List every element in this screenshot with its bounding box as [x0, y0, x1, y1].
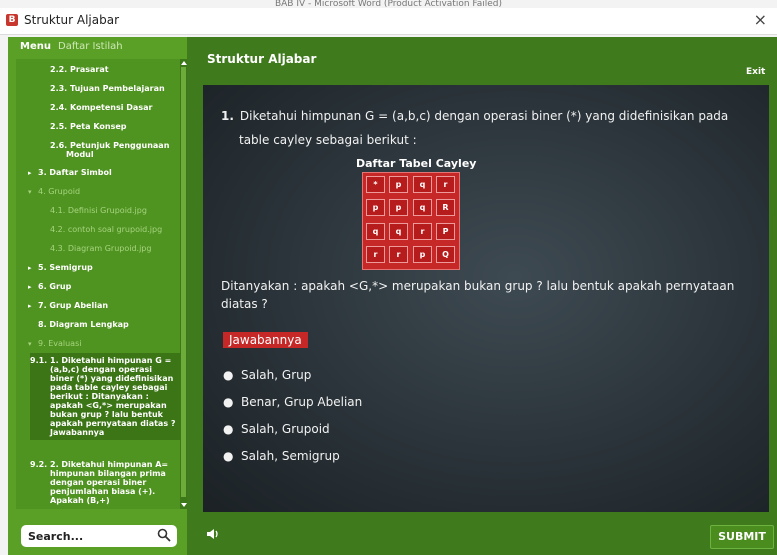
- chevron-down-icon: ▾: [28, 188, 32, 196]
- cayley-table-title: Daftar Tabel Cayley: [356, 157, 477, 170]
- menu-item[interactable]: ▸ 7. Grup Abelian: [28, 301, 108, 311]
- answer-option[interactable]: ● Salah, Semigrup: [223, 449, 340, 463]
- answer-label: Jawabannya: [223, 332, 308, 348]
- chevron-right-icon: ▸: [28, 302, 32, 310]
- cayley-cell: q: [413, 199, 432, 216]
- cayley-cell: p: [413, 246, 432, 263]
- chevron-right-icon: ▸: [28, 169, 32, 177]
- menu-item[interactable]: 2.2. Prasarat: [50, 65, 109, 74]
- cayley-cell: r: [436, 176, 455, 193]
- answer-option[interactable]: ● Salah, Grup: [223, 368, 311, 382]
- scroll-thumb[interactable]: [181, 67, 186, 497]
- menu-item[interactable]: 2.3. Tujuan Pembelajaran: [50, 84, 165, 93]
- submit-button[interactable]: SUBMIT: [710, 525, 774, 549]
- menu-scrollbar[interactable]: [180, 59, 187, 509]
- question-panel: 1. Diketahui himpunan G = (a,b,c) dengan …: [203, 85, 769, 512]
- cayley-cell: R: [436, 199, 455, 216]
- menu-item-selected[interactable]: 9.1. 1. Diketahui himpunan G = (a,b,c) d…: [30, 353, 180, 440]
- close-button[interactable]: ×: [754, 10, 767, 29]
- menu-item[interactable]: 9.2. 2. Diketahui himpunan A= himpunan b…: [30, 457, 180, 508]
- menu-item[interactable]: 2.6. Petunjuk Penggunaan: [50, 141, 169, 150]
- question-line: table cayley sebagai berikut :: [239, 133, 417, 147]
- menu-item[interactable]: 8. Diagram Lengkap: [38, 320, 129, 329]
- cayley-cell: r: [389, 246, 408, 263]
- chevron-right-icon: ▸: [28, 283, 32, 291]
- search-input[interactable]: Search...: [28, 530, 83, 543]
- menu-item-label: 1. Diketahui himpunan G = (a,b,c) dengan…: [50, 356, 176, 437]
- question-line: Diketahui himpunan G = (a,b,c) dengan op…: [239, 109, 729, 123]
- cayley-cell: q: [413, 176, 432, 193]
- cayley-table: * p q r p p q R q q r P r r p Q: [362, 172, 460, 270]
- answer-option[interactable]: ● Benar, Grup Abelian: [223, 395, 362, 409]
- cayley-cell: q: [366, 223, 385, 240]
- question-text: 1. Diketahui himpunan G = (a,b,c) dengan …: [221, 105, 751, 127]
- menu-item-label: 2. Diketahui himpunan A= himpunan bilang…: [50, 460, 169, 505]
- menu-item[interactable]: ▾ 9. Evaluasi: [28, 339, 81, 349]
- app-icon: B: [6, 14, 18, 26]
- word-window-title: BAB IV - Microsoft Word (Product Activat…: [274, 0, 503, 8]
- exit-button[interactable]: Exit: [746, 67, 765, 77]
- bullet-icon: ●: [223, 449, 234, 463]
- menu-item[interactable]: 4.3. Diagram Grupoid.jpg: [50, 244, 151, 253]
- menu-item[interactable]: 2.5. Peta Konsep: [50, 122, 126, 131]
- menu-item[interactable]: 4.1. Definisi Grupoid.jpg: [50, 206, 147, 215]
- title-bar: B Struktur Aljabar ×: [0, 8, 777, 35]
- cayley-cell: q: [389, 223, 408, 240]
- answer-option[interactable]: ● Salah, Grupoid: [223, 422, 330, 436]
- menu-item[interactable]: 4.2. contoh soal grupoid.jpg: [50, 225, 162, 234]
- sidebar: Menu Daftar Istilah 2.2. Prasarat 2.3. T…: [8, 37, 187, 555]
- search-icon[interactable]: [157, 528, 171, 542]
- bullet-icon: ●: [223, 395, 234, 409]
- menu-list: 2.2. Prasarat 2.3. Tujuan Pembelajaran 2…: [16, 59, 187, 509]
- cayley-cell: P: [436, 223, 455, 240]
- scroll-up-icon[interactable]: [181, 61, 187, 65]
- cayley-cell: *: [366, 176, 385, 193]
- cayley-cell: p: [366, 199, 385, 216]
- question-ask: Ditanyakan : apakah <G,*> merupakan buka…: [221, 279, 735, 311]
- bullet-icon: ●: [223, 422, 234, 436]
- menu-item-continuation[interactable]: Modul: [66, 150, 94, 159]
- scroll-down-icon[interactable]: [181, 503, 187, 507]
- tab-menu[interactable]: Menu: [20, 41, 51, 52]
- chevron-down-icon: ▾: [28, 340, 32, 348]
- menu-item[interactable]: 2.4. Kompetensi Dasar: [50, 103, 152, 112]
- tab-daftar-istilah[interactable]: Daftar Istilah: [58, 41, 123, 52]
- page-title: Struktur Aljabar: [207, 52, 317, 66]
- cayley-cell: p: [389, 176, 408, 193]
- menu-item[interactable]: ▸ 5. Semigrup: [28, 263, 93, 273]
- menu-item[interactable]: ▾ 4. Grupoid: [28, 187, 80, 197]
- window-title: Struktur Aljabar: [24, 13, 120, 27]
- cayley-cell: Q: [436, 246, 455, 263]
- player-frame: Menu Daftar Istilah 2.2. Prasarat 2.3. T…: [8, 37, 777, 555]
- cayley-cell: r: [366, 246, 385, 263]
- chevron-right-icon: ▸: [28, 264, 32, 272]
- cayley-cell: r: [413, 223, 432, 240]
- menu-item[interactable]: ▸ 6. Grup: [28, 282, 71, 292]
- bullet-icon: ●: [223, 368, 234, 382]
- search-field[interactable]: Search...: [21, 525, 177, 547]
- question-number: 1.: [221, 109, 234, 123]
- menu-item[interactable]: ▸ 3. Daftar Simbol: [28, 168, 112, 178]
- sidebar-tabs: Menu Daftar Istilah: [8, 37, 187, 59]
- cayley-cell: p: [389, 199, 408, 216]
- speaker-icon[interactable]: [206, 527, 220, 541]
